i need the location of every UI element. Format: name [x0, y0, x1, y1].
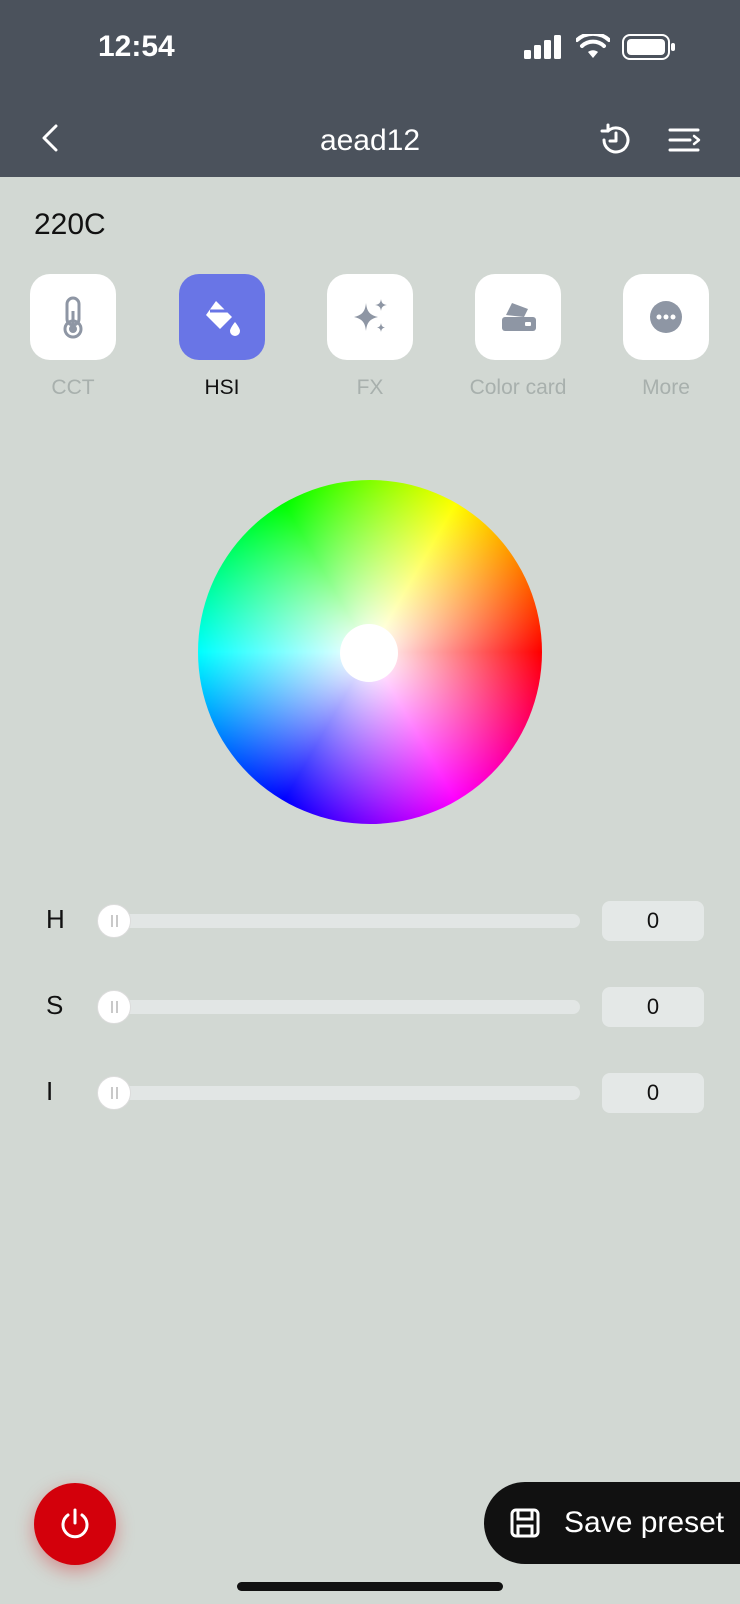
- thermometer-icon: [63, 296, 83, 339]
- saturation-slider[interactable]: [97, 990, 580, 1024]
- mode-label-color-card: Color card: [469, 376, 567, 399]
- status-bar: 12:54: [0, 0, 740, 100]
- slider-label-saturation: S: [46, 990, 64, 1020]
- menu-icon[interactable]: [664, 120, 704, 160]
- mode-hsi[interactable]: HSI: [147, 274, 297, 400]
- nav-bar: aead12: [0, 100, 740, 177]
- intensity-slider-thumb[interactable]: [97, 1076, 131, 1110]
- hue-slider[interactable]: [97, 904, 580, 938]
- power-icon: [61, 1508, 89, 1539]
- mode-box-more[interactable]: [623, 274, 709, 360]
- cellular-signal-icon: [524, 35, 561, 59]
- color-wheel-picker-handle[interactable]: [340, 624, 398, 682]
- more-icon: [650, 301, 682, 333]
- mode-box-color-card[interactable]: [475, 274, 561, 360]
- hue-value-field[interactable]: 0: [602, 901, 704, 941]
- intensity-value-field[interactable]: 0: [602, 1073, 704, 1113]
- mode-selector: CCT HSI FX Color card More: [0, 274, 740, 404]
- color-card-icon: [502, 303, 536, 331]
- intensity-slider[interactable]: [97, 1076, 580, 1110]
- mode-label-fx: FX: [356, 376, 384, 399]
- save-preset-button[interactable]: Save preset: [484, 1482, 740, 1564]
- hue-slider-thumb[interactable]: [97, 904, 131, 938]
- saturation-value-field[interactable]: 0: [602, 987, 704, 1027]
- mode-box-fx[interactable]: [327, 274, 413, 360]
- wifi-icon: [576, 34, 610, 58]
- device-name: 220C: [34, 208, 106, 241]
- mode-fx[interactable]: FX: [295, 274, 445, 400]
- slider-row-hue: H 0: [0, 901, 740, 942]
- mode-box-hsi[interactable]: [179, 274, 265, 360]
- mode-label-more: More: [642, 376, 690, 399]
- slider-row-intensity: I 0: [0, 1073, 740, 1114]
- saturation-slider-thumb[interactable]: [97, 990, 131, 1024]
- mode-label-cct: CCT: [51, 376, 95, 399]
- slider-row-saturation: S 0: [0, 987, 740, 1028]
- status-time: 12:54: [98, 30, 175, 63]
- slider-label-intensity: I: [46, 1076, 54, 1106]
- battery-icon: [622, 34, 675, 60]
- mode-box-cct[interactable]: [30, 274, 116, 360]
- sparkles-icon: [354, 299, 387, 332]
- slider-label-hue: H: [46, 904, 65, 934]
- mode-more[interactable]: More: [591, 274, 740, 400]
- power-button[interactable]: [34, 1483, 116, 1565]
- history-icon[interactable]: [596, 120, 636, 160]
- save-preset-label: Save preset: [564, 1506, 725, 1539]
- save-icon: [510, 1508, 540, 1538]
- paint-bucket-icon: [206, 301, 240, 336]
- status-icons: [524, 34, 676, 60]
- mode-cct[interactable]: CCT: [0, 274, 148, 400]
- mode-label-hsi: HSI: [204, 376, 240, 399]
- home-indicator: [237, 1582, 503, 1591]
- mode-color-card[interactable]: Color card: [443, 274, 593, 400]
